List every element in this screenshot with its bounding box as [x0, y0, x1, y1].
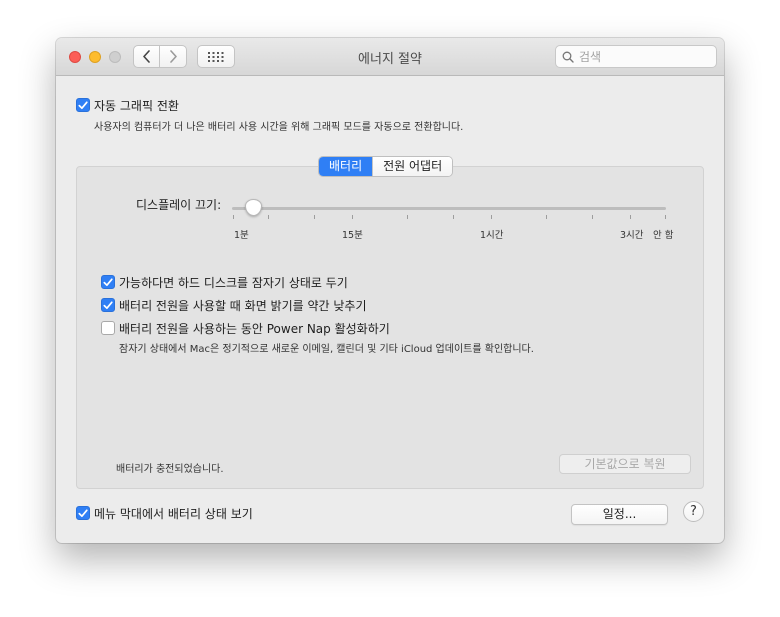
minimize-window-button[interactable]	[89, 51, 101, 63]
back-button[interactable]	[133, 45, 160, 68]
tab-power-adapter[interactable]: 전원 어댑터	[372, 157, 453, 176]
show-all-button[interactable]	[197, 45, 235, 68]
tick-label-never: 안 함	[653, 230, 674, 241]
slider-tick	[491, 215, 492, 219]
show-battery-in-menubar-label: 메뉴 막대에서 배터리 상태 보기	[94, 507, 253, 521]
power-nap-label: 배터리 전원을 사용하는 동안 Power Nap 활성화하기	[119, 322, 390, 336]
title-bar: 에너지 절약 검색	[56, 38, 724, 76]
tab-battery[interactable]: 배터리	[319, 157, 373, 176]
search-field[interactable]: 검색	[555, 45, 717, 68]
display-sleep-label: 디스플레이 끄기:	[136, 198, 222, 212]
power-source-tabs: 배터리 전원 어댑터	[318, 156, 454, 177]
display-sleep-slider[interactable]	[232, 207, 666, 210]
slider-tick	[233, 215, 234, 219]
tick-label-1-min: 1분	[234, 230, 249, 241]
checkmark-icon	[103, 277, 113, 286]
slider-tick	[352, 215, 353, 219]
chevron-right-icon	[169, 50, 177, 63]
battery-status-text: 배터리가 충전되었습니다.	[116, 464, 224, 475]
power-nap-description: 잠자기 상태에서 Mac은 정기적으로 새로운 이메일, 캘린더 및 기타 iC…	[119, 344, 534, 355]
window-title: 에너지 절약	[358, 52, 422, 67]
power-nap-checkbox[interactable]	[101, 321, 115, 335]
grid-icon	[208, 51, 224, 62]
schedule-button[interactable]: 일정...	[571, 504, 668, 525]
slider-tick	[546, 215, 547, 219]
slider-tick	[630, 215, 631, 219]
help-button[interactable]: ?	[683, 501, 704, 522]
checkmark-icon	[78, 508, 88, 517]
close-window-button[interactable]	[69, 51, 81, 63]
auto-graphics-checkbox[interactable]	[76, 98, 90, 112]
hard-disk-sleep-checkbox[interactable]	[101, 275, 115, 289]
slider-tick	[407, 215, 408, 219]
hard-disk-sleep-label: 가능하다면 하드 디스크를 잠자기 상태로 두기	[119, 276, 348, 290]
zoom-window-button[interactable]	[109, 51, 121, 63]
search-icon	[562, 51, 574, 63]
show-battery-in-menubar-checkbox[interactable]	[76, 506, 90, 520]
slider-tick	[453, 215, 454, 219]
slider-tick	[314, 215, 315, 219]
checkmark-icon	[103, 300, 113, 309]
tick-label-15-min: 15분	[342, 230, 363, 241]
tick-label-3-hours: 3시간	[620, 230, 644, 241]
energy-saver-window: 에너지 절약 검색 자동 그래픽 전환 사용자의 컴퓨터가 더 나은 배터리 사…	[56, 38, 724, 543]
slider-tick	[665, 215, 666, 219]
restore-defaults-button[interactable]: 기본값으로 복원	[559, 454, 691, 474]
auto-graphics-description: 사용자의 컴퓨터가 더 나은 배터리 사용 시간을 위해 그래픽 모드를 자동으…	[94, 122, 464, 133]
forward-button[interactable]	[160, 45, 187, 68]
slider-tick	[592, 215, 593, 219]
checkmark-icon	[78, 100, 88, 109]
slider-tick	[268, 215, 269, 219]
dim-display-checkbox[interactable]	[101, 298, 115, 312]
search-placeholder: 검색	[579, 50, 602, 64]
auto-graphics-label: 자동 그래픽 전환	[94, 99, 179, 113]
tick-label-1-hour: 1시간	[480, 230, 504, 241]
chevron-left-icon	[143, 50, 150, 63]
dim-display-label: 배터리 전원을 사용할 때 화면 밝기를 약간 낮추기	[119, 299, 367, 313]
